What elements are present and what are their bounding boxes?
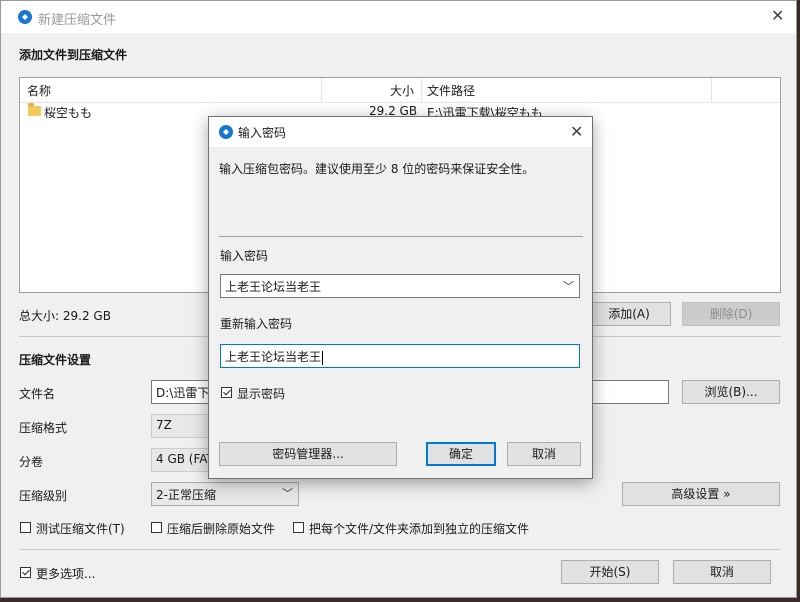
dialog-divider	[219, 236, 583, 237]
more-options-label: 更多选项...	[36, 567, 96, 581]
start-button[interactable]: 开始(S)	[561, 560, 659, 584]
format-label: 压缩格式	[19, 421, 68, 435]
filename-label: 文件名	[19, 387, 56, 401]
delete-button[interactable]: 删除(D)	[682, 302, 780, 326]
split-label: 分卷	[19, 455, 44, 469]
show-password-label: 显示密码	[237, 387, 286, 401]
split-select[interactable]: 4 GB (FAT	[151, 448, 211, 472]
dialog-titlebar: 输入密码 ✕	[209, 117, 592, 147]
add-button[interactable]: 添加(A)	[587, 302, 671, 326]
checkbox-icon	[20, 522, 31, 533]
advanced-settings-button[interactable]: 高级设置 »	[622, 482, 780, 506]
dialog-description: 输入压缩包密码。建议使用至少 8 位的密码来保证安全性。	[219, 162, 535, 176]
delete-after-label: 压缩后删除原始文件	[167, 522, 276, 536]
password-dialog: 输入密码 ✕ 输入压缩包密码。建议使用至少 8 位的密码来保证安全性。 输入密码…	[208, 116, 593, 479]
column-name-header[interactable]: 名称	[27, 82, 51, 99]
password-manager-button[interactable]: 密码管理器...	[219, 442, 397, 466]
chevron-down-icon: ﹀	[282, 487, 293, 500]
dialog-cancel-button[interactable]: 取消	[507, 442, 581, 466]
password-label: 输入密码	[220, 249, 269, 263]
more-options-checkbox[interactable]: 更多选项...	[20, 565, 120, 581]
app-logo-icon	[219, 125, 233, 139]
ok-button[interactable]: 确定	[426, 442, 496, 466]
bottom-divider	[19, 549, 781, 550]
separate-archives-checkbox[interactable]: 把每个文件/文件夹添加到独立的压缩文件	[293, 520, 533, 536]
total-size-label: 总大小: 29.2 GB	[19, 309, 111, 323]
chevron-down-icon[interactable]: ﹀	[563, 278, 574, 294]
level-select-value: 2-正常压缩	[156, 488, 216, 502]
app-logo-icon	[18, 10, 32, 24]
separate-archives-label: 把每个文件/文件夹添加到独立的压缩文件	[309, 522, 530, 536]
confirm-password-label: 重新输入密码	[220, 317, 293, 331]
add-files-heading: 添加文件到压缩文件	[19, 48, 128, 62]
cancel-button[interactable]: 取消	[673, 560, 771, 584]
browse-button[interactable]: 浏览(B)...	[682, 380, 780, 404]
close-icon[interactable]: ✕	[771, 6, 784, 25]
file-list-header: 名称 大小 文件路径	[20, 78, 780, 103]
confirm-password-value: 上老王论坛当老王	[225, 350, 322, 364]
close-icon[interactable]: ✕	[570, 122, 583, 141]
delete-after-checkbox[interactable]: 压缩后删除原始文件	[151, 520, 281, 536]
checkbox-icon	[20, 567, 31, 578]
column-size-header[interactable]: 大小	[390, 82, 414, 99]
checkbox-icon	[151, 522, 162, 533]
main-titlebar: 新建压缩文件 ✕	[1, 1, 796, 33]
checkbox-icon	[221, 387, 232, 398]
password-value: 上老王论坛当老王	[225, 280, 322, 294]
format-select[interactable]: 7Z	[151, 414, 211, 438]
settings-heading: 压缩文件设置	[19, 353, 92, 367]
file-name: 桜空もも	[44, 106, 93, 120]
level-select[interactable]: 2-正常压缩 ﹀	[151, 482, 299, 506]
confirm-password-input[interactable]: 上老王论坛当老王	[220, 344, 580, 368]
test-archive-checkbox[interactable]: 测试压缩文件(T)	[20, 520, 140, 536]
show-password-checkbox[interactable]: 显示密码	[221, 385, 301, 401]
level-label: 压缩级别	[19, 489, 68, 503]
test-archive-label: 测试压缩文件(T)	[36, 522, 125, 536]
main-window-title: 新建压缩文件	[38, 13, 117, 28]
column-path-header[interactable]: 文件路径	[427, 82, 475, 99]
folder-icon	[28, 103, 41, 116]
checkbox-icon	[293, 522, 304, 533]
dialog-title: 输入密码	[238, 126, 287, 140]
password-input[interactable]: 上老王论坛当老王 ﹀	[220, 274, 580, 298]
